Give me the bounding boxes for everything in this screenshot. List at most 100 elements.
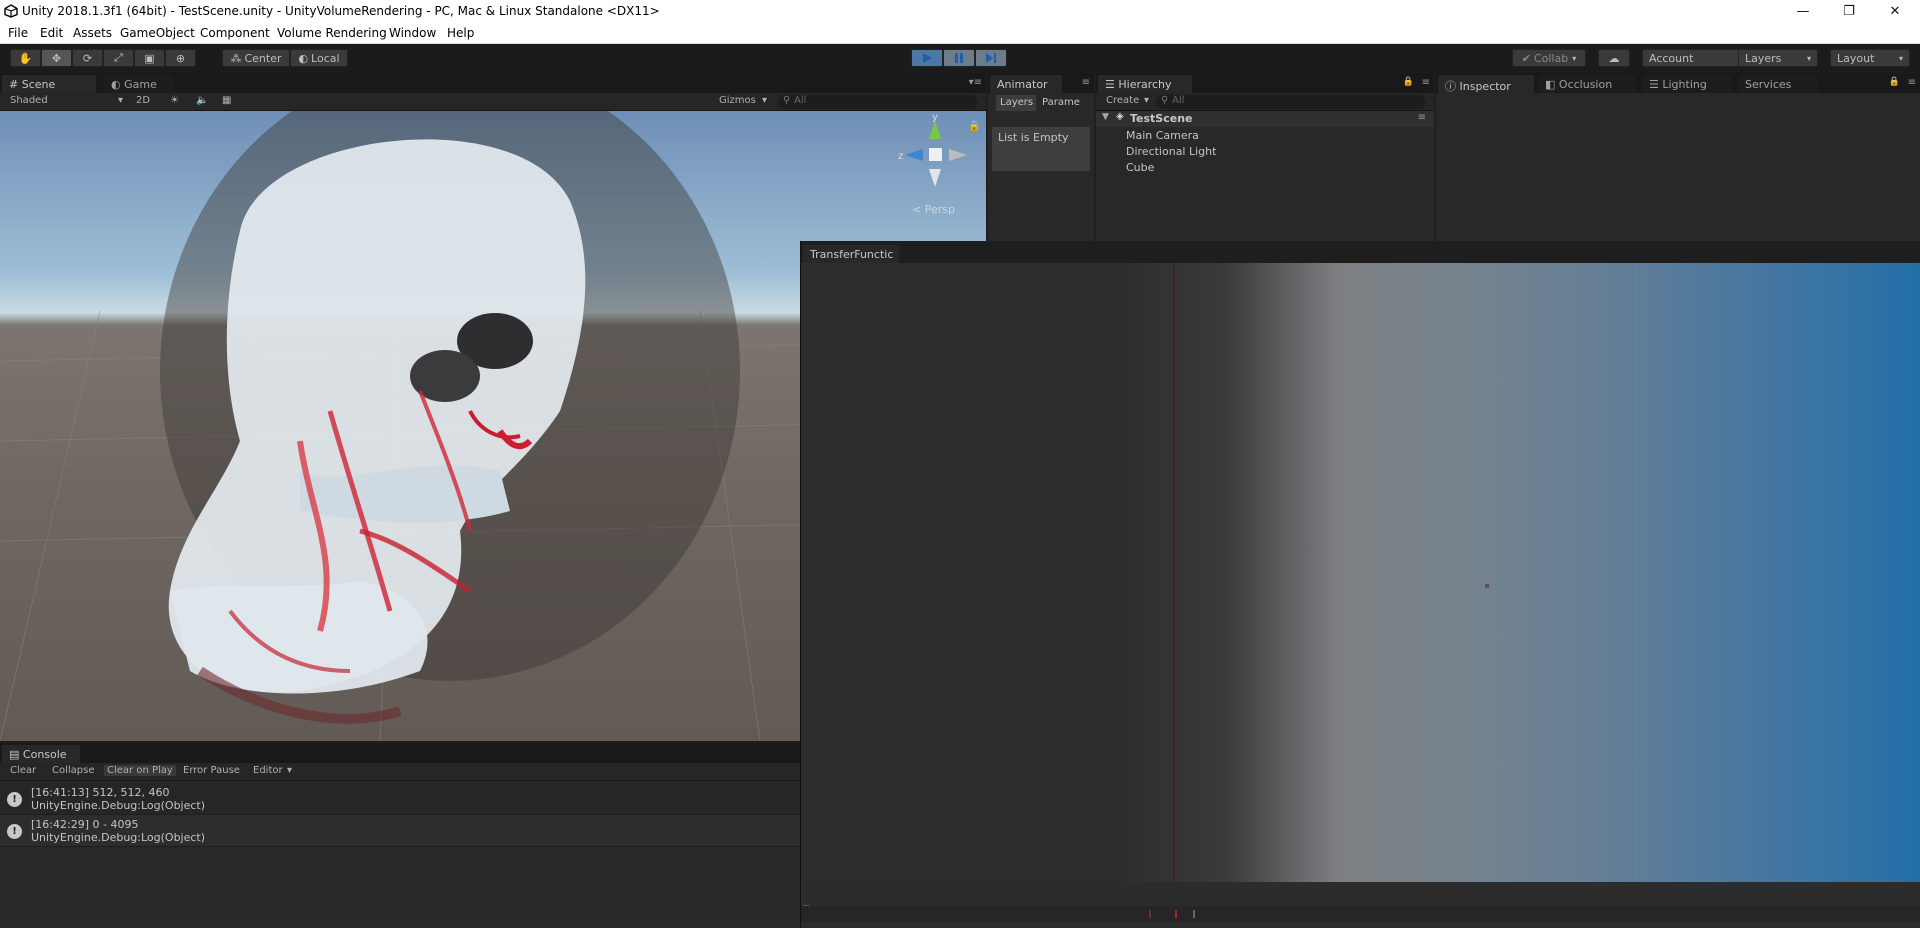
panel-menu-icon[interactable]: ▾≡ — [969, 77, 982, 88]
console-editor-dropdown[interactable]: Editor — [253, 765, 283, 776]
account-dropdown[interactable]: Account▾ — [1642, 49, 1752, 67]
console-body: Clear Collapse Clear on Play Error Pause… — [0, 763, 800, 928]
tab-inspector[interactable]: ⓘ Inspector — [1438, 75, 1534, 93]
hand-tool-button[interactable]: ✋ — [10, 49, 41, 67]
menu-window[interactable]: Window — [389, 26, 436, 40]
create-dropdown[interactable]: Create — [1106, 95, 1139, 106]
search-icon: ⚲ — [783, 95, 791, 106]
lock-icon[interactable]: 🔒 — [1403, 77, 1414, 87]
color-knot[interactable] — [1149, 910, 1151, 918]
log-source: UnityEngine.Debug:Log(Object) — [31, 799, 206, 812]
rotate-tool-button[interactable]: ⟳ — [72, 49, 103, 67]
hierarchy-scene-row[interactable]: ▼ ◈ TestScene ≡ — [1096, 111, 1434, 127]
console-log-entry[interactable]: ! [16:42:29] 0 - 4095 UnityEngine.Debug:… — [0, 815, 800, 847]
expand-arrow-icon[interactable]: ▼ — [1102, 112, 1109, 122]
pause-icon — [955, 53, 963, 63]
layout-dropdown[interactable]: Layout ▾ — [1830, 49, 1910, 67]
info-icon: ! — [7, 824, 22, 839]
unity-logo-icon — [4, 4, 18, 18]
log-message: [16:41:13] 512, 512, 460 — [31, 786, 170, 799]
panel-menu-icon[interactable]: ≡ — [1908, 77, 1916, 88]
scene-menu-icon[interactable]: ≡ — [1418, 112, 1426, 123]
tab-console-label: Console — [22, 748, 67, 761]
menu-gameobject[interactable]: GameObject — [120, 26, 195, 40]
hierarchy-item-directional-light[interactable]: Directional Light — [1126, 145, 1216, 158]
menu-volume-rendering[interactable]: Volume Rendering — [277, 26, 387, 40]
move-tool-button[interactable]: ✥ — [41, 49, 72, 67]
transfer-function-canvas[interactable] — [801, 263, 1920, 911]
restore-button[interactable]: ❐ — [1826, 0, 1872, 23]
console-log-entry[interactable]: ! [16:41:13] 512, 512, 460 UnityEngine.D… — [0, 783, 800, 815]
panel-menu-icon[interactable]: ≡ — [1082, 77, 1090, 88]
layers-dropdown[interactable]: Layers ▾ — [1738, 49, 1818, 67]
menu-help[interactable]: Help — [447, 26, 474, 40]
control-point[interactable] — [1301, 547, 1305, 551]
lock-icon[interactable]: 🔒 — [1889, 77, 1900, 87]
toggle-2d-button[interactable]: 2D — [136, 95, 150, 106]
chevron-down-icon: ▾ — [1572, 53, 1577, 63]
pivot-center-button[interactable]: ⁂ Center — [222, 49, 290, 67]
effects-toggle-icon[interactable]: ▦ — [222, 95, 231, 106]
transfer-function-color-bar[interactable] — [801, 906, 1920, 922]
tab-occlusion[interactable]: ◧ Occlusion — [1538, 75, 1636, 93]
console-collapse-button[interactable]: Collapse — [52, 765, 95, 776]
console-clear-button[interactable]: Clear — [10, 765, 36, 776]
menu-assets[interactable]: Assets — [73, 26, 112, 40]
rect-icon: ▣ — [144, 51, 155, 65]
tab-game-label: Game — [124, 78, 157, 91]
tab-game[interactable]: ◐ Game — [104, 75, 174, 93]
tab-services[interactable]: Services — [1738, 75, 1818, 93]
cloud-button[interactable]: ☁ — [1598, 49, 1630, 67]
tab-lighting[interactable]: ☰ Lighting — [1642, 75, 1732, 93]
console-error-pause-button[interactable]: Error Pause — [183, 765, 240, 776]
audio-toggle-icon[interactable]: 🔈 — [196, 95, 208, 106]
tab-hierarchy[interactable]: ☰ Hierarchy — [1098, 75, 1192, 93]
hierarchy-item-main-camera[interactable]: Main Camera — [1126, 129, 1199, 142]
scene-search-field[interactable]: ⚲ All — [778, 95, 978, 109]
shading-mode-dropdown[interactable]: Shaded — [10, 95, 48, 106]
scale-tool-button[interactable]: ⤢ — [103, 49, 134, 67]
chevron-down-icon: ▾ — [762, 95, 768, 106]
animator-layers-tab[interactable]: Layers — [996, 95, 1036, 111]
panel-menu-icon[interactable]: ≡ — [1422, 77, 1430, 88]
rect-tool-button[interactable]: ▣ — [134, 49, 165, 67]
pivot-local-button[interactable]: ◐ Local — [290, 49, 348, 67]
animator-parameters-tab[interactable]: Parame — [1038, 95, 1094, 111]
minimize-button[interactable]: — — [1780, 0, 1826, 23]
tab-services-label: Services — [1745, 78, 1792, 91]
cloud-icon: ☁ — [1608, 51, 1620, 65]
tab-scene[interactable]: # Scene — [2, 75, 96, 93]
chevron-down-icon: ▾ — [1144, 95, 1150, 106]
menu-bar: File Edit Assets GameObject Component Vo… — [0, 23, 1920, 44]
tab-console[interactable]: ▤ Console — [2, 745, 80, 763]
hierarchy-search-field[interactable]: ⚲ All — [1156, 95, 1426, 109]
step-button[interactable] — [975, 49, 1007, 67]
tab-animator[interactable]: Animator — [990, 75, 1062, 93]
animator-empty-list: List is Empty — [992, 127, 1090, 171]
menu-component[interactable]: Component — [200, 26, 270, 40]
hierarchy-toolbar: Create ▾ ⚲ All — [1096, 93, 1434, 111]
color-knot[interactable] — [1193, 910, 1195, 918]
axis-z-label: z — [898, 151, 903, 162]
collab-check-icon: ✔ — [1521, 51, 1531, 65]
control-point[interactable] — [1485, 584, 1489, 588]
transform-tool-button[interactable]: ⊕ — [165, 49, 196, 67]
hierarchy-icon: ☰ — [1105, 78, 1115, 91]
pause-button[interactable] — [943, 49, 975, 67]
hierarchy-item-cube[interactable]: Cube — [1126, 161, 1154, 174]
menu-file[interactable]: File — [8, 26, 28, 40]
persp-label[interactable]: < Persp — [912, 203, 955, 216]
lighting-toggle-icon[interactable]: ☀ — [170, 95, 179, 106]
play-button[interactable] — [911, 49, 943, 67]
local-icon: ◐ — [298, 51, 309, 65]
gizmos-dropdown[interactable]: Gizmos — [719, 95, 756, 106]
collab-button[interactable]: ✔ Collab ▾ — [1512, 49, 1586, 67]
menu-edit[interactable]: Edit — [40, 26, 63, 40]
console-clear-on-play-button[interactable]: Clear on Play — [104, 765, 176, 776]
close-button[interactable]: ✕ — [1872, 0, 1918, 23]
info-icon: ⓘ — [1445, 80, 1456, 93]
color-knot[interactable] — [1175, 910, 1177, 918]
tab-transfer-function[interactable]: TransferFunctic — [803, 245, 899, 263]
rotate-icon: ⟳ — [82, 51, 93, 65]
lock-icon[interactable]: 🔒 — [968, 121, 980, 132]
